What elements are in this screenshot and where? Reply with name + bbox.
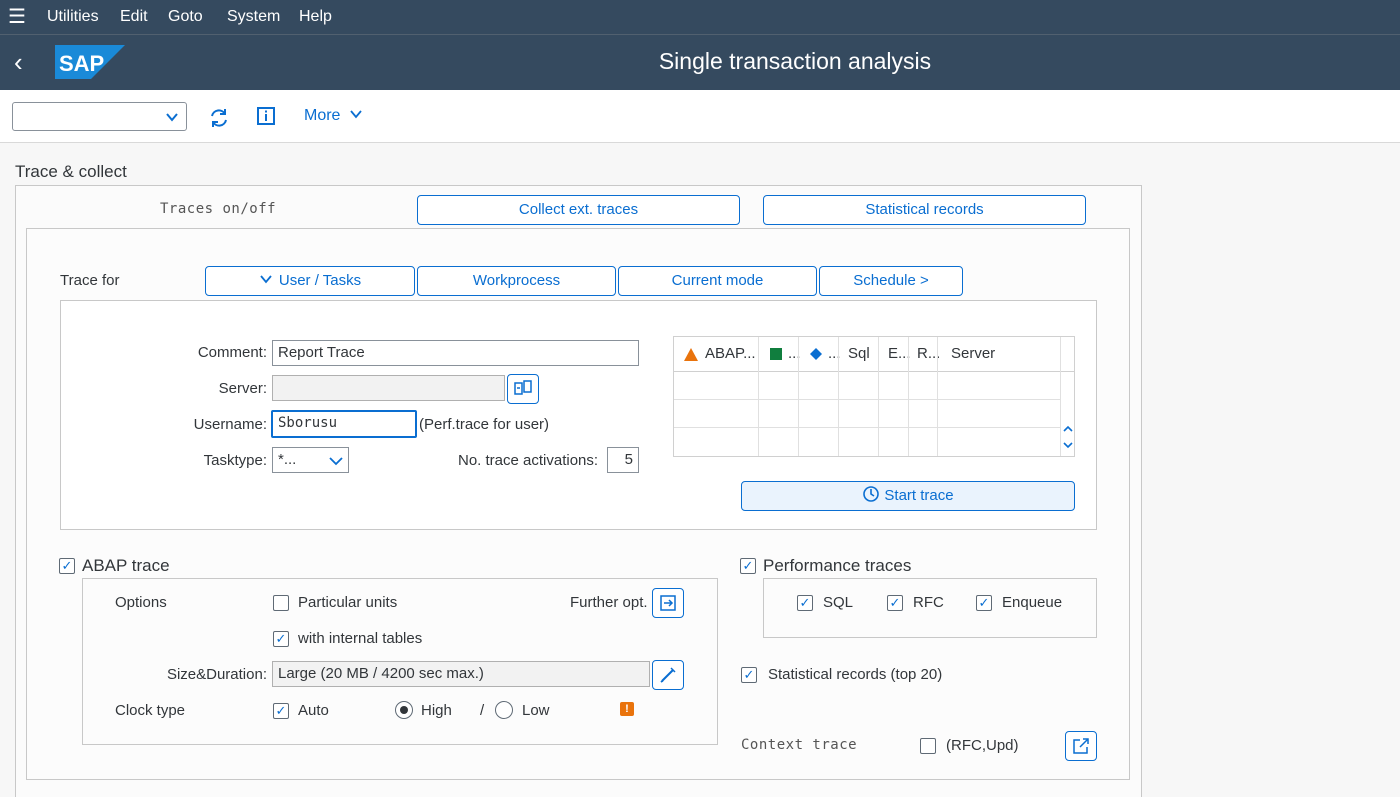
collect-ext-traces-button[interactable]: Collect ext. traces	[417, 195, 740, 225]
particular-units-checkbox[interactable]: ✓	[273, 595, 289, 611]
menu-goto[interactable]: Goto	[168, 8, 203, 26]
sql-label: SQL	[823, 594, 854, 611]
auto-label: Auto	[298, 702, 329, 719]
performance-traces-title: Performance traces	[763, 556, 912, 575]
start-trace-label: Start trace	[884, 487, 954, 504]
statistical-records-top-checkbox[interactable]: ✓	[741, 667, 757, 683]
more-button[interactable]: More	[304, 107, 363, 125]
back-icon[interactable]: ‹	[14, 48, 38, 76]
size-duration-field[interactable]: Large (20 MB / 4200 sec max.)	[272, 661, 650, 687]
rfc-upd-label: (RFC,Upd)	[946, 737, 1019, 754]
size-duration-edit-button[interactable]	[652, 660, 684, 690]
server-label: Server:	[218, 380, 267, 397]
slash-separator: /	[480, 702, 485, 719]
rfc-label: RFC	[913, 594, 944, 611]
page-title: Single transaction analysis	[658, 48, 932, 74]
warning-icon: !	[620, 702, 634, 716]
chevron-down-icon	[166, 113, 178, 122]
size-duration-label: Size&Duration:	[166, 666, 267, 683]
context-trace-checkbox[interactable]: ✓	[920, 738, 936, 754]
value-help-icon	[514, 380, 532, 395]
username-label: Username:	[193, 416, 267, 433]
server-value-help-button[interactable]	[507, 374, 539, 404]
context-trace-open-button[interactable]	[1065, 731, 1097, 761]
enqueue-checkbox[interactable]: ✓	[976, 595, 992, 611]
start-trace-button[interactable]: Start trace	[741, 481, 1075, 511]
internal-tables-label: with internal tables	[298, 630, 423, 647]
statistical-records-button[interactable]: Statistical records	[763, 195, 1086, 225]
chevron-down-icon	[260, 275, 272, 284]
low-radio[interactable]	[495, 701, 513, 719]
menu-bar: ☰ Utilities Edit Goto System Help	[0, 0, 1400, 35]
command-field[interactable]	[12, 102, 187, 131]
enqueue-label: Enqueue	[1002, 594, 1063, 611]
col-abap[interactable]: ABAP...	[705, 345, 756, 362]
goto-icon	[660, 595, 676, 611]
menu-help[interactable]: Help	[299, 8, 332, 26]
username-hint: (Perf.trace for user)	[419, 416, 550, 433]
tab-workprocess[interactable]: Workprocess	[417, 266, 616, 296]
context-trace-label: Context trace	[741, 737, 858, 753]
menu-edit[interactable]: Edit	[120, 8, 148, 26]
svg-text:SAP: SAP	[59, 51, 104, 76]
tasktype-label: Tasktype:	[203, 452, 267, 469]
further-options-button[interactable]	[652, 588, 684, 618]
comment-label: Comment:	[197, 344, 267, 361]
abap-trace-title: ABAP trace	[82, 556, 170, 575]
abap-trace-checkbox[interactable]: ✓	[59, 558, 75, 574]
username-field[interactable]: Sborusu	[271, 410, 417, 438]
scroll-down-icon[interactable]	[1062, 440, 1074, 450]
scroll-up-icon[interactable]	[1062, 424, 1074, 434]
refresh-icon[interactable]	[208, 107, 230, 129]
green-square-icon	[770, 348, 782, 360]
toolbar: More	[0, 90, 1400, 143]
performance-traces-checkbox[interactable]: ✓	[740, 558, 756, 574]
tasktype-select[interactable]: *...	[272, 447, 349, 473]
further-opt-label: Further opt.	[570, 594, 648, 611]
auto-checkbox[interactable]: ✓	[273, 703, 289, 719]
trace-for-label: Trace for	[60, 272, 120, 289]
hamburger-menu-icon[interactable]: ☰	[8, 7, 28, 27]
clock-type-label: Clock type	[115, 702, 186, 719]
group-title: Trace & collect	[15, 162, 127, 181]
tab-current-mode[interactable]: Current mode	[618, 266, 817, 296]
server-table: ABAP... ... ... Sql E... R... Server	[673, 336, 1075, 457]
sap-logo: SAP	[55, 45, 125, 83]
options-label: Options	[115, 594, 167, 611]
blue-diamond-icon	[810, 348, 822, 360]
external-link-icon	[1073, 738, 1089, 754]
particular-units-label: Particular units	[298, 594, 398, 611]
table-scrollbar[interactable]	[1060, 372, 1074, 456]
activations-field[interactable]: 5	[607, 447, 639, 473]
sql-checkbox[interactable]: ✓	[797, 595, 813, 611]
table-header: ABAP... ... ... Sql E... R... Server	[674, 337, 1074, 372]
traces-onoff-label: Traces on/off	[160, 201, 277, 217]
menu-system[interactable]: System	[227, 8, 280, 26]
high-radio[interactable]	[395, 701, 413, 719]
rfc-checkbox[interactable]: ✓	[887, 595, 903, 611]
info-icon[interactable]	[257, 107, 275, 125]
more-label: More	[304, 107, 341, 124]
pencil-icon	[660, 667, 676, 683]
tasktype-value: *...	[278, 451, 297, 468]
statistical-records-top-label: Statistical records (top 20)	[768, 666, 943, 683]
chevron-down-icon	[350, 110, 362, 119]
warning-triangle-icon	[684, 348, 698, 361]
comment-field[interactable]: Report Trace	[272, 340, 639, 366]
tab-user-tasks[interactable]: User / Tasks	[205, 266, 415, 296]
col-sql[interactable]: Sql	[848, 345, 870, 362]
chevron-down-icon	[329, 457, 343, 466]
high-label: High	[421, 702, 452, 719]
activations-label: No. trace activations:	[458, 452, 599, 469]
tab-user-tasks-label: User / Tasks	[278, 272, 362, 289]
tab-schedule[interactable]: Schedule >	[819, 266, 963, 296]
menu-utilities[interactable]: Utilities	[47, 8, 99, 26]
server-field[interactable]	[272, 375, 505, 401]
low-label: Low	[522, 702, 550, 719]
internal-tables-checkbox[interactable]: ✓	[273, 631, 289, 647]
clock-icon	[863, 486, 880, 502]
col-server[interactable]: Server	[951, 345, 995, 362]
shell-bar: ‹ SAP Single transaction analysis	[0, 35, 1400, 90]
